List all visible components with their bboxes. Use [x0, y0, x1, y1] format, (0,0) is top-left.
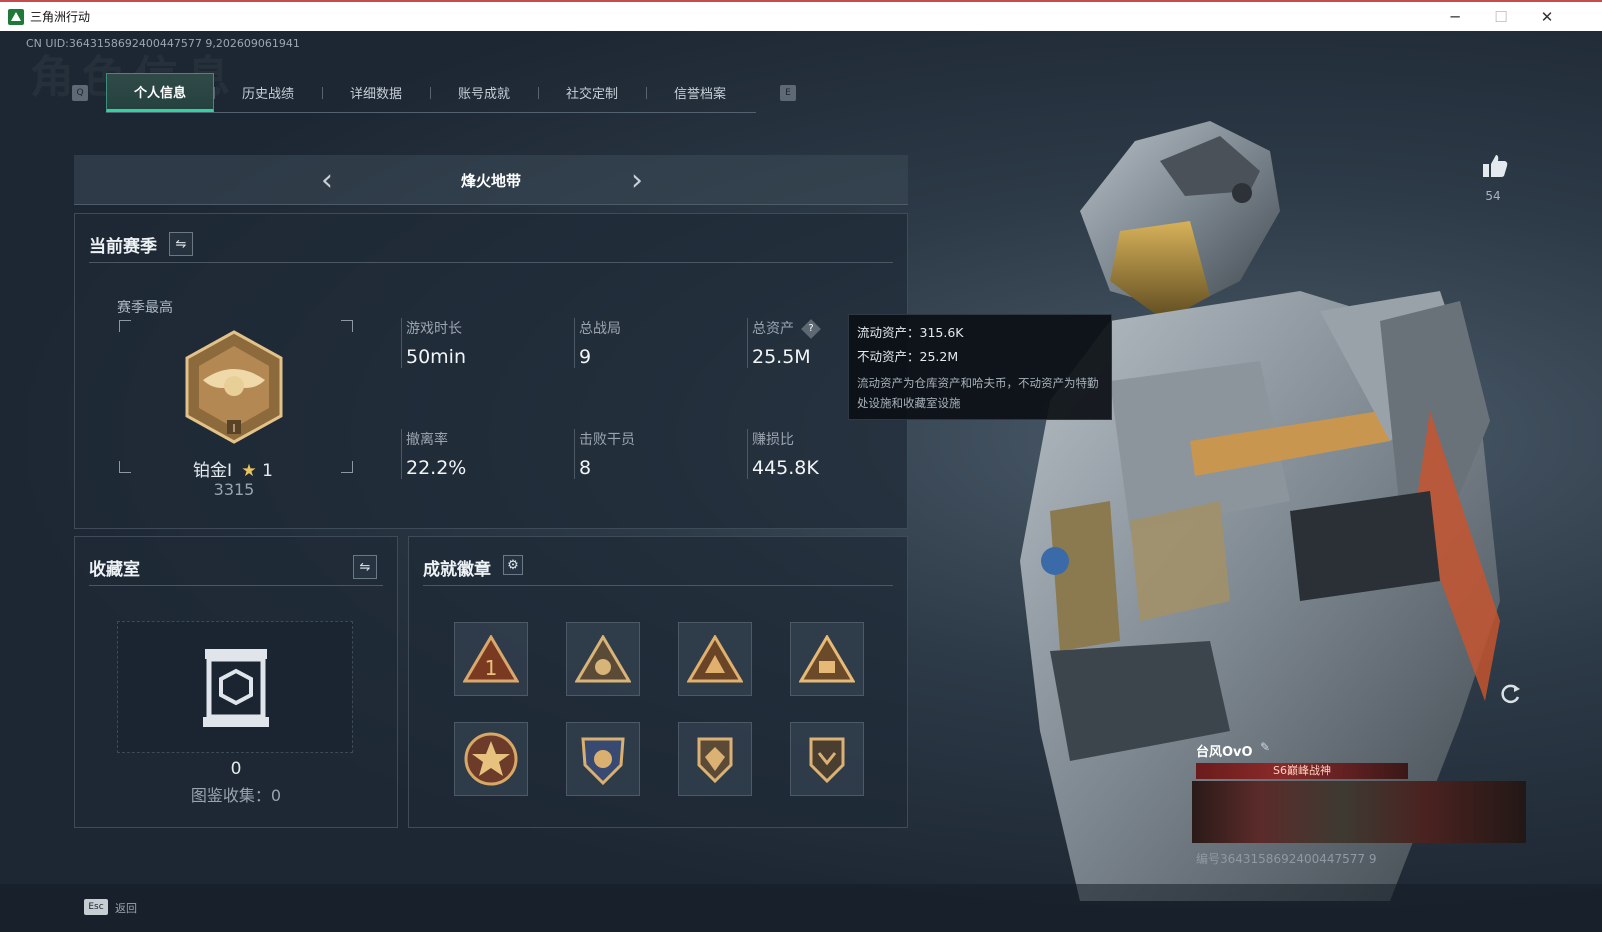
divider: [89, 585, 383, 586]
svg-text:1: 1: [485, 656, 498, 680]
rank-score: 3315: [213, 480, 255, 499]
season-title: 当前赛季: [89, 237, 157, 257]
triangle-badge-icon: [575, 635, 631, 683]
triangle-badge-icon: [799, 635, 855, 683]
stat-value: 22.2%: [406, 457, 467, 479]
player-name: 台风OvO: [1196, 745, 1253, 760]
rank-star-icon: ★: [241, 461, 257, 481]
stat-profit-loss: 赚损比 445.8K: [747, 429, 897, 479]
svg-text:I: I: [232, 422, 235, 435]
season-switch-button[interactable]: ⇋: [169, 232, 193, 256]
bottom-bar: Esc 返回: [0, 884, 1602, 932]
window-title: 三角洲行动: [30, 10, 91, 24]
stat-label-text: 总资产: [752, 321, 794, 337]
stat-value: 8: [579, 457, 592, 479]
badge-slot[interactable]: [678, 722, 752, 796]
current-season-panel: 当前赛季 ⇋ 赛季最高 I 铂金I ★ 1 3315 游戏时长 50min 总战…: [74, 213, 908, 529]
badge-slot[interactable]: [678, 622, 752, 696]
star-badge-icon: [464, 732, 518, 786]
app-logo-icon: [8, 8, 24, 25]
badge-slot[interactable]: 1: [454, 622, 528, 696]
stat-value: 445.8K: [752, 457, 819, 479]
mode-selector: ‹ 烽火地带 ›: [74, 155, 908, 205]
badge-slot[interactable]: [566, 622, 640, 696]
stat-label: 撤离率: [406, 432, 448, 448]
collection-panel: 收藏室 ⇋ 0 图鉴收集：0: [74, 536, 398, 828]
season-best-label: 赛季最高: [117, 300, 173, 316]
display-case-icon: [203, 649, 269, 727]
refresh-icon[interactable]: [1497, 681, 1523, 707]
help-icon-glyph: ?: [808, 323, 815, 334]
frame-corner: [341, 461, 353, 473]
tab-list: 个人信息 历史战绩 详细数据 账号成就 社交定制 信誉档案: [106, 73, 756, 113]
achievement-badges-panel: 成就徽章 ⚙ 1: [408, 536, 908, 828]
edit-name-icon[interactable]: ✎: [1260, 740, 1270, 754]
triangle-badge-icon: [687, 635, 743, 683]
stat-extraction-rate: 撤离率 22.2%: [401, 429, 551, 479]
stat-label: 总战局: [579, 321, 621, 337]
mode-title: 烽火地带: [460, 172, 521, 190]
window-titlebar: 三角洲行动 ─ ☐ ✕: [0, 0, 1602, 31]
achievements-settings-icon[interactable]: ⚙: [503, 555, 523, 575]
stat-label: 赚损比: [752, 432, 794, 448]
tab-match-history[interactable]: 历史战绩: [214, 73, 322, 112]
player-id: 编号3643158692400447577 9: [1196, 852, 1377, 866]
stat-label: 游戏时长: [406, 321, 462, 337]
frame-corner: [341, 320, 353, 332]
badge-slot[interactable]: [790, 722, 864, 796]
like-count: 54: [1485, 189, 1501, 203]
rank-name: 铂金I ★ 1: [193, 456, 273, 481]
stat-label: 击败干员: [579, 432, 635, 448]
stat-play-time: 游戏时长 50min: [401, 318, 551, 368]
maximize-button[interactable]: ☐: [1478, 2, 1524, 31]
back-label[interactable]: 返回: [115, 900, 137, 916]
esc-key[interactable]: Esc: [84, 899, 108, 915]
assets-tooltip: 流动资产：315.6K 不动资产：25.2M 流动资产为仓库资产和哈夫币，不动资…: [848, 314, 1112, 420]
tab-bar: Q 个人信息 历史战绩 详细数据 账号成就 社交定制 信誉档案 E: [72, 73, 796, 113]
triangle-badge-icon: 1: [463, 635, 519, 683]
game-viewport: 角色信息 CN UID:3643158692400447577 9,202609…: [0, 31, 1602, 932]
player-card[interactable]: 台风OvO ✎ S6巅峰战神 编号3643158692400447577 9: [1192, 739, 1526, 877]
tooltip-fixed-assets: 不动资产：25.2M: [857, 349, 959, 364]
tab-achievements[interactable]: 账号成就: [430, 73, 538, 112]
uid-label: CN UID:3643158692400447577 9,20260906194…: [26, 37, 300, 50]
badge-slot[interactable]: [454, 722, 528, 796]
tab-reputation[interactable]: 信誉档案: [646, 73, 754, 112]
stat-operators-killed: 击败干员 8: [574, 429, 724, 479]
stat-value: 9: [579, 346, 592, 368]
rank-name-text: 铂金I: [193, 461, 233, 481]
frame-corner: [119, 461, 131, 473]
collection-switch-button[interactable]: ⇋: [353, 555, 377, 579]
tab-next-key[interactable]: E: [780, 85, 796, 101]
help-icon[interactable]: ?: [801, 319, 822, 339]
tab-prev-key[interactable]: Q: [72, 85, 88, 101]
divider: [423, 585, 893, 586]
shield-badge-icon: [809, 737, 845, 784]
stat-value: 50min: [406, 346, 467, 368]
close-button[interactable]: ✕: [1524, 2, 1570, 31]
card-banner-image: [1192, 781, 1526, 843]
stat-total-matches: 总战局 9: [574, 318, 724, 368]
collection-count: 0: [230, 759, 242, 779]
thumbs-up-icon[interactable]: [1482, 153, 1508, 179]
mode-next-arrow-icon[interactable]: ›: [622, 163, 652, 198]
shield-badge-icon: [581, 737, 625, 786]
tooltip-liquid-assets: 流动资产：315.6K: [857, 325, 964, 340]
divider: [89, 262, 893, 263]
player-title-badge: S6巅峰战神: [1196, 763, 1408, 779]
achievements-title: 成就徽章: [423, 560, 491, 580]
badge-slot[interactable]: [566, 722, 640, 796]
gallery-progress: 图鉴收集：0: [190, 786, 282, 805]
shield-badge-icon: [697, 737, 733, 784]
tab-detailed-data[interactable]: 详细数据: [322, 73, 430, 112]
collection-title: 收藏室: [89, 560, 140, 580]
minimize-button[interactable]: ─: [1432, 2, 1478, 31]
tooltip-description: 流动资产为仓库资产和哈夫币，不动资产为特勤处设施和收藏室设施: [857, 376, 1099, 410]
badge-slot[interactable]: [790, 622, 864, 696]
rank-star-count: 1: [262, 461, 273, 481]
tab-personal-info[interactable]: 个人信息: [106, 73, 214, 112]
frame-corner: [119, 320, 131, 332]
rank-emblem-icon: I: [185, 330, 283, 444]
tab-social-custom[interactable]: 社交定制: [538, 73, 646, 112]
